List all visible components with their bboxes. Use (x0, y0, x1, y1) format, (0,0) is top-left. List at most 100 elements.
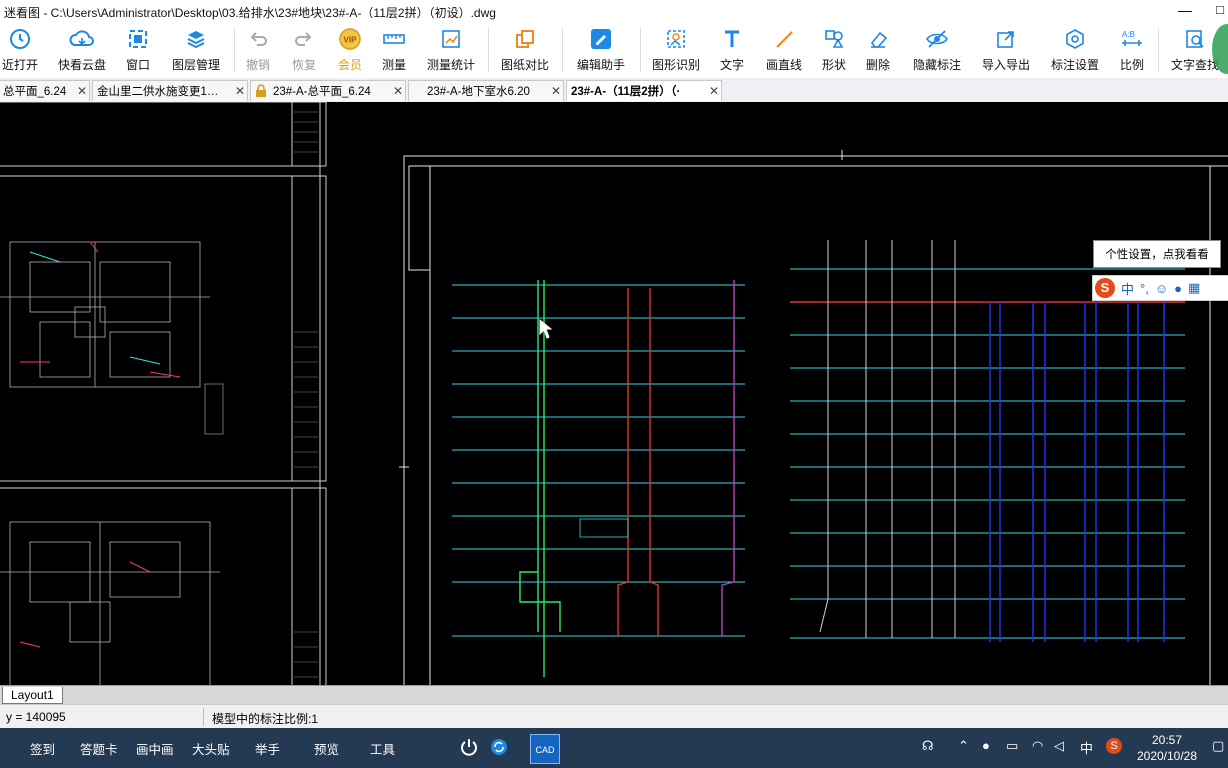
measure-stats-button[interactable]: 测量统计 (424, 24, 478, 76)
notification-icon[interactable]: ▢ (1212, 738, 1224, 754)
riser-diagram-1-magenta (721, 280, 735, 636)
drawing-canvas[interactable]: 个性设置，点我看看 S 中 °, ☺ ● ▦ (0, 102, 1228, 685)
tab-23a-basement-water[interactable]: 23#-A-地下室水6.20 ✕ (408, 80, 564, 101)
floor-plan-1 (0, 241, 224, 435)
vip-label: 会员 (337, 58, 362, 72)
riser-diagram-2-white (819, 240, 956, 638)
emoji-icon[interactable]: ☺ (1155, 281, 1168, 296)
tab-label: 23#-A-总平面_6.24 (273, 86, 371, 98)
text-button[interactable]: 文字 (716, 24, 748, 76)
layer-manager-button[interactable]: 图层管理 (168, 24, 224, 76)
layout-tab[interactable]: Layout1 (2, 687, 63, 704)
mark-settings-label: 标注设置 (1050, 58, 1099, 72)
measure-label: 测量 (381, 58, 406, 72)
window-label: 窗口 (125, 58, 150, 72)
riser-diagram-2-blue (989, 302, 1165, 642)
windows-taskbar: 签到 答题卡 画中画 大头贴 举手 预览 工具 CAD ☊ ⌃ ● ▭ ◠ ◁ … (0, 728, 1228, 768)
window-button[interactable]: 窗口 (118, 24, 158, 76)
measure-button[interactable]: 测量 (376, 24, 412, 76)
cloud-disk-button[interactable]: 快看云盘 (54, 24, 110, 76)
line-icon (771, 26, 797, 52)
qq-icon[interactable]: ● (982, 738, 990, 753)
undo-label: 撤销 (245, 58, 270, 72)
hide-marks-button[interactable]: 隐藏标注 (908, 24, 966, 76)
volume-icon[interactable]: ◁ (1054, 738, 1064, 754)
layers-icon (183, 26, 209, 52)
edit-assistant-button[interactable]: 编辑助手 (572, 24, 630, 76)
tab-label: 23#-A-地下室水6.20 (427, 86, 530, 98)
taskbar-item-tools[interactable]: 工具 (370, 739, 395, 758)
chevron-up-icon[interactable]: ⌃ (958, 738, 969, 754)
tab-water-supply-change[interactable]: 金山里二供水施变更1… ✕ (92, 80, 248, 101)
tab-site-plan[interactable]: 总平面_6.24 ✕ (0, 80, 90, 101)
close-icon[interactable]: ✕ (391, 84, 405, 98)
mark-settings-button[interactable]: 标注设置 (1046, 24, 1104, 76)
lock-icon (255, 84, 269, 98)
shape-label: 形状 (821, 58, 846, 72)
draw-line-label: 画直线 (765, 58, 802, 72)
shape-button[interactable]: 形状 (818, 24, 850, 76)
people-icon[interactable]: ☊ (922, 738, 934, 754)
taskbar-item-sign-in[interactable]: 签到 (30, 739, 55, 758)
import-export-button[interactable]: 导入导出 (978, 24, 1034, 76)
scale-label: 比例 (1119, 58, 1144, 72)
status-bar: y = 140095 模型中的标注比例:1 (0, 704, 1228, 729)
svg-text:A:B: A:B (1122, 30, 1135, 39)
tab-23a-site-plan[interactable]: 23#-A-总平面_6.24 ✕ (250, 80, 406, 101)
redo-icon (291, 26, 317, 52)
taskbar-item-preview[interactable]: 预览 (314, 739, 339, 758)
cad-app-icon[interactable]: CAD (530, 734, 560, 764)
redo-button[interactable]: 恢复 (286, 24, 322, 76)
sogou-tray-icon[interactable]: S (1106, 738, 1122, 754)
microphone-icon[interactable]: ● (1174, 281, 1182, 296)
window-title: 迷看图 - C:\Users\Administrator\Desktop\03.… (4, 6, 496, 20)
close-icon[interactable]: ✕ (707, 84, 721, 98)
close-icon[interactable]: ✕ (75, 84, 89, 98)
input-language[interactable]: 中 (1080, 738, 1093, 757)
undo-button[interactable]: 撤销 (240, 24, 276, 76)
close-icon[interactable]: ✕ (233, 84, 247, 98)
delete-label: 删除 (865, 58, 890, 72)
wifi-icon[interactable]: ◠ (1032, 738, 1043, 754)
coordinate-readout: y = 140095 (6, 710, 66, 724)
riser-diagram-1-red (617, 288, 659, 636)
shape-recognize-button[interactable]: 图形识别 (648, 24, 704, 76)
settings-icon (1062, 26, 1088, 52)
maximize-button[interactable]: □ (1216, 2, 1224, 17)
text-icon (719, 26, 745, 52)
taskbar-item-pip[interactable]: 画中画 (136, 739, 174, 758)
svg-text:VIP: VIP (344, 36, 358, 45)
title-blocks (294, 111, 318, 678)
text-label: 文字 (719, 58, 744, 72)
ime-punct-label[interactable]: °, (1140, 281, 1149, 296)
delete-button[interactable]: 删除 (862, 24, 894, 76)
clock-icon (7, 26, 33, 52)
keyboard-icon[interactable]: ▦ (1188, 280, 1200, 296)
draw-line-button[interactable]: 画直线 (762, 24, 806, 76)
sync-icon[interactable] (488, 736, 510, 758)
ruler-icon (381, 26, 407, 52)
riser-diagram-1-branches (452, 284, 745, 637)
minimize-button[interactable]: — (1178, 2, 1192, 18)
floor-plan-2 (0, 521, 220, 685)
taskbar-item-answer-card[interactable]: 答题卡 (80, 739, 118, 758)
taskbar-item-raise-hand[interactable]: 举手 (255, 739, 280, 758)
battery-icon: ▭ (1006, 738, 1019, 753)
layer-manager-label: 图层管理 (171, 58, 220, 72)
text-search-icon (1182, 26, 1208, 52)
tab-23a-11f-active[interactable]: 23#-A-（11层2拼）（· ✕ (566, 80, 722, 101)
personalize-tooltip[interactable]: 个性设置，点我看看 (1093, 240, 1221, 268)
compare-button[interactable]: 图纸对比 (496, 24, 554, 76)
power-icon[interactable] (458, 736, 480, 758)
system-clock[interactable]: 20:57 2020/10/28 (1135, 732, 1199, 764)
clock-date: 2020/10/28 (1136, 749, 1198, 763)
recent-open-button[interactable]: 近打开 (0, 24, 44, 76)
taskbar-item-sticker[interactable]: 大头贴 (192, 739, 230, 758)
ime-toolbar[interactable]: S 中 °, ☺ ● ▦ (1092, 275, 1228, 301)
scale-button[interactable]: A:B 比例 (1116, 24, 1148, 76)
ime-mode-label[interactable]: 中 (1121, 279, 1134, 298)
close-icon[interactable]: ✕ (549, 84, 563, 98)
cad-drawing (0, 102, 1228, 685)
vip-button[interactable]: VIP 会员 (332, 24, 368, 76)
title-bar: 迷看图 - C:\Users\Administrator\Desktop\03.… (0, 0, 1228, 23)
